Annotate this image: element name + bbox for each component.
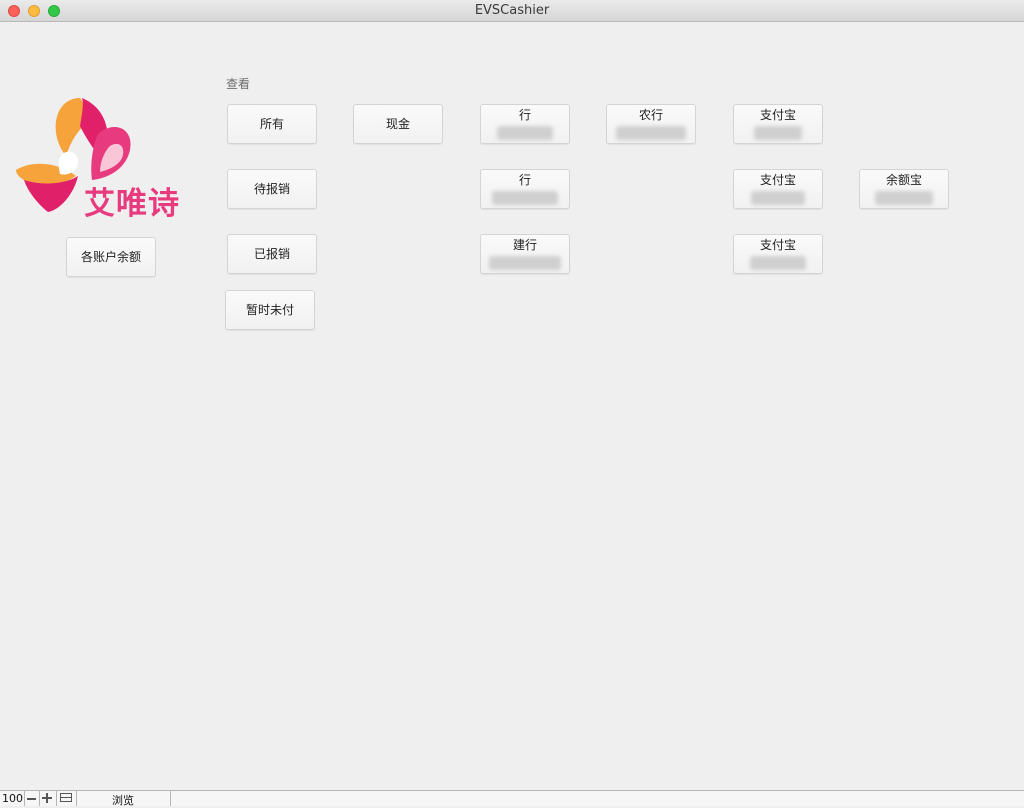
status-divider xyxy=(76,791,77,806)
ccb-label: 建行 xyxy=(512,238,537,252)
cash-label: 现金 xyxy=(385,117,410,131)
yuebao-button[interactable]: 余额宝 xyxy=(859,169,949,209)
toggle-toolbar-icon[interactable] xyxy=(60,793,72,802)
zoom-level[interactable]: 100 xyxy=(2,792,23,805)
status-divider xyxy=(56,791,57,806)
pending-reimbursement-button[interactable]: 待报销 xyxy=(227,169,317,209)
zoom-in-icon[interactable] xyxy=(42,793,53,803)
reimbursed-button[interactable]: 已报销 xyxy=(227,234,317,274)
zoom-out-icon[interactable] xyxy=(27,798,36,800)
redacted-account-number xyxy=(751,191,805,205)
abc-label: 农行 xyxy=(638,108,663,122)
account-balances-button[interactable]: 各账户余额 xyxy=(66,237,156,277)
status-divider xyxy=(24,791,25,806)
redacted-account-number xyxy=(750,256,806,270)
all-button[interactable]: 所有 xyxy=(227,104,317,144)
cash-button[interactable]: 现金 xyxy=(353,104,443,144)
bank-account-label-1: 行 xyxy=(518,108,531,122)
alipay-button-1[interactable]: 支付宝 xyxy=(733,104,823,144)
view-section-label: 查看 xyxy=(226,77,251,91)
status-divider xyxy=(170,791,171,806)
unpaid-label: 暂时未付 xyxy=(245,303,294,317)
reimbursed-label: 已报销 xyxy=(253,247,290,261)
unpaid-button[interactable]: 暂时未付 xyxy=(225,290,315,330)
bank-account-button-1[interactable]: 行 xyxy=(480,104,570,144)
redacted-account-number xyxy=(497,126,553,140)
alipay-label-3: 支付宝 xyxy=(759,238,796,252)
logo-wordmark: 艾唯诗 xyxy=(84,186,180,222)
redacted-account-number xyxy=(616,126,686,140)
status-bar: 100 浏览 xyxy=(0,790,1024,807)
redacted-account-number xyxy=(489,256,561,270)
bank-account-button-2[interactable]: 行 xyxy=(480,169,570,209)
status-divider xyxy=(39,791,40,806)
pending-reimbursement-label: 待报销 xyxy=(253,182,290,196)
window-title: EVSCashier xyxy=(474,3,550,18)
alipay-label-2: 支付宝 xyxy=(759,173,796,187)
yuebao-label: 余额宝 xyxy=(885,173,922,187)
title-bar: EVSCashier xyxy=(0,0,1024,22)
abc-button[interactable]: 农行 xyxy=(606,104,696,144)
alipay-button-2[interactable]: 支付宝 xyxy=(733,169,823,209)
alipay-button-3[interactable]: 支付宝 xyxy=(733,234,823,274)
bank-account-label-2: 行 xyxy=(518,173,531,187)
ccb-button[interactable]: 建行 xyxy=(480,234,570,274)
redacted-account-number xyxy=(492,191,558,205)
redacted-account-number xyxy=(754,126,802,140)
redacted-account-number xyxy=(875,191,933,205)
alipay-label-1: 支付宝 xyxy=(759,108,796,122)
account-balances-label: 各账户余额 xyxy=(80,250,141,264)
all-label: 所有 xyxy=(259,117,284,131)
